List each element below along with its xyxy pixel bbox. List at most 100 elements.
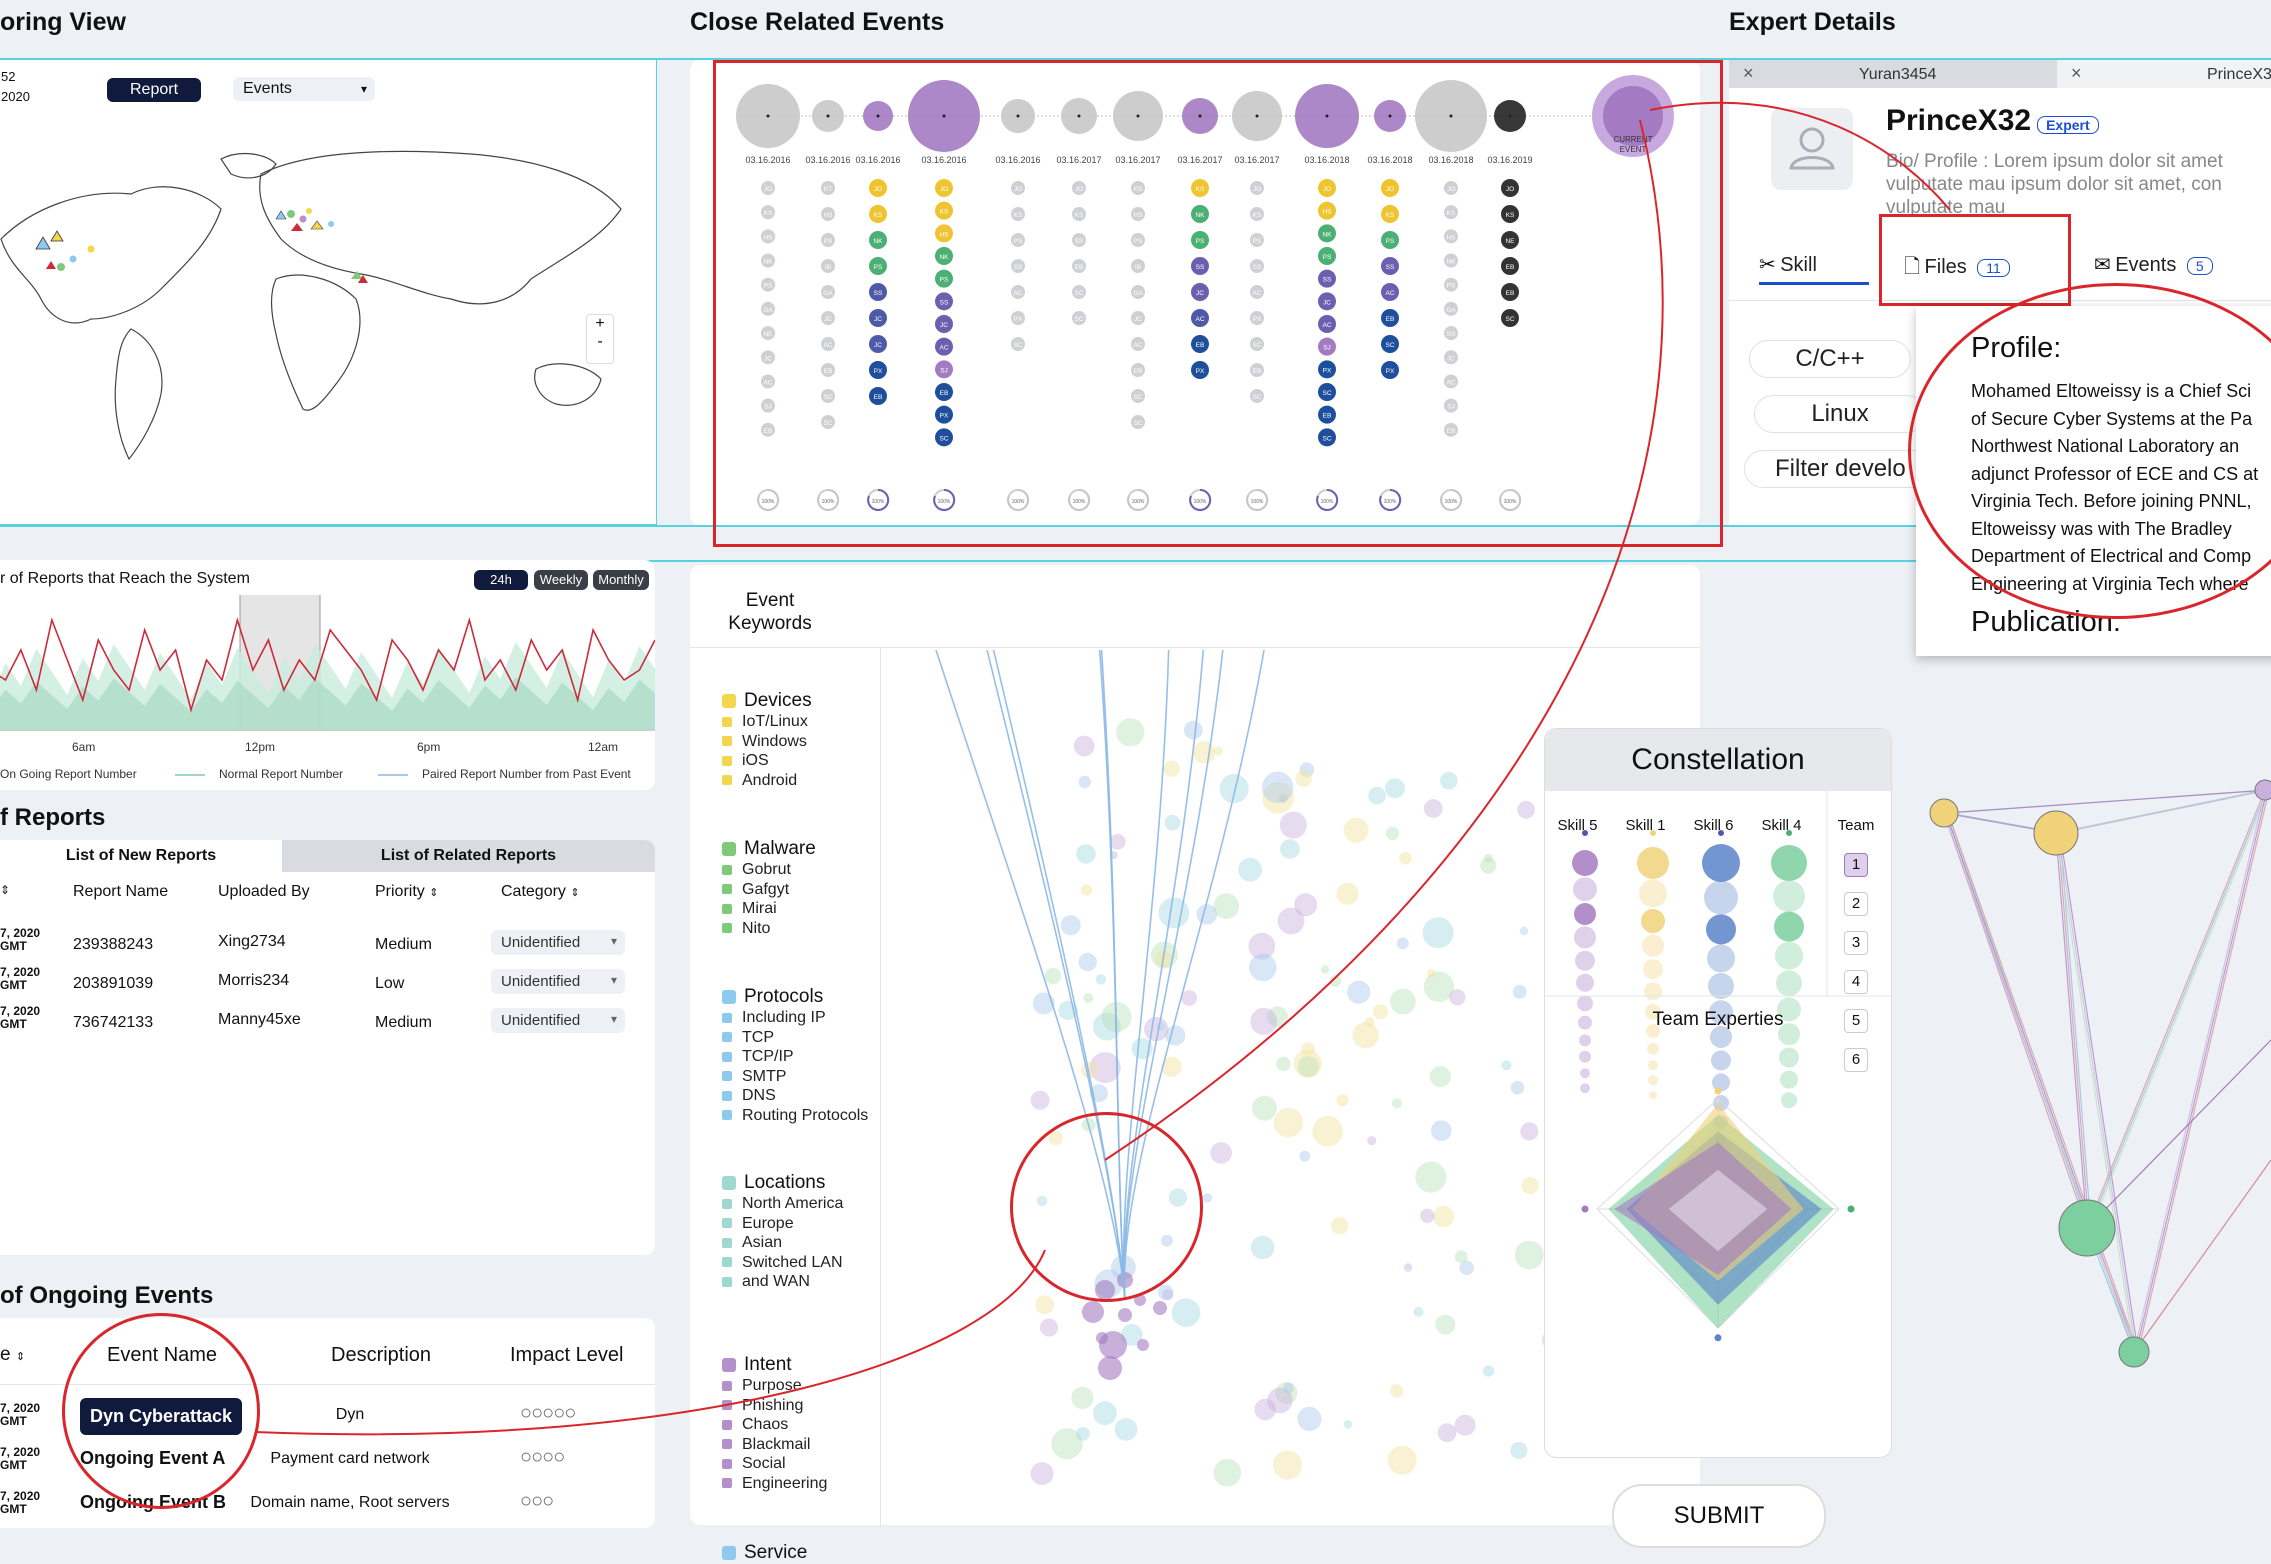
table-row[interactable]: 7, 2020 GMT 239388243 Xing2734 Medium Uni… <box>0 925 650 964</box>
keyword-item[interactable]: Gafgyt <box>722 880 882 900</box>
zoom-out-button[interactable]: - <box>587 333 613 351</box>
skill-dot <box>1708 973 1734 999</box>
keyword-group[interactable]: Locations North America Europe Asian Switche… <box>722 1172 882 1292</box>
category-select[interactable]: Unidentified <box>491 969 625 994</box>
highlight-files-tab <box>1879 214 2071 306</box>
keyword-item[interactable]: Phishing <box>722 1396 882 1416</box>
keyword-item[interactable]: Social <box>722 1454 882 1474</box>
range-weekly-button[interactable]: Weekly <box>534 570 588 590</box>
row-priority: Low <box>375 975 405 992</box>
keyword-group-name[interactable]: Devices <box>722 690 882 712</box>
keyword-item[interactable]: IoT/Linux <box>722 712 882 732</box>
keyword-group-name[interactable]: Service <box>722 1542 882 1564</box>
tab-events[interactable]: ✉ Events 5 <box>2094 252 2213 282</box>
category-select[interactable]: Unidentified <box>491 1008 625 1033</box>
keyword-bubble <box>1165 1025 1186 1046</box>
col-category[interactable]: Category ⇕ <box>501 883 580 901</box>
table-row[interactable]: 7, 2020 GMT Ongoing Event B Domain name, … <box>0 1486 650 1530</box>
keyword-group[interactable]: Devices IoT/Linux Windows iOS Android <box>722 690 882 790</box>
keyword-item[interactable]: and WAN <box>722 1272 882 1292</box>
keyword-item[interactable]: SMTP <box>722 1067 882 1087</box>
keyword-item[interactable]: Including IP <box>722 1008 882 1028</box>
keyword-item[interactable]: Switched LAN <box>722 1253 882 1273</box>
keyword-item[interactable]: Routing Protocols <box>722 1106 882 1126</box>
tab-new-reports[interactable]: List of New Reports <box>0 840 282 872</box>
keyword-group[interactable]: Malware Gobrut Gafgyt Mirai Nito <box>722 838 882 938</box>
close-icon[interactable]: × <box>2071 63 2082 84</box>
keyword-bubble <box>1329 975 1342 987</box>
keywords-title: Event Keywords <box>728 590 812 634</box>
sort-icon[interactable]: ⇕ <box>0 883 10 897</box>
skill-dot <box>1576 973 1594 992</box>
report-tab-button[interactable]: Report <box>107 78 201 102</box>
legend-paired-swatch <box>378 774 408 776</box>
keyword-item[interactable]: TCP <box>722 1028 882 1048</box>
col-priority[interactable]: Priority ⇕ <box>375 883 438 901</box>
keyword-group[interactable]: Protocols Including IP TCP TCP/IP SMTP DNS Rou… <box>722 986 882 1125</box>
zoom-in-button[interactable]: + <box>587 315 613 333</box>
keyword-item[interactable]: Nito <box>722 919 882 939</box>
skill-dot <box>1647 1042 1659 1055</box>
keyword-item[interactable]: Engineering <box>722 1474 882 1494</box>
team-number[interactable]: 3 <box>1844 931 1868 955</box>
expert-tab-princex[interactable]: × PrinceX32 <box>2057 60 2271 88</box>
keyword-item[interactable]: Asian <box>722 1233 882 1253</box>
skill-dot <box>1641 909 1665 933</box>
keyword-item[interactable]: Mirai <box>722 899 882 919</box>
skill-label: Skill 5 <box>1557 817 1598 834</box>
keyword-item[interactable]: Android <box>722 771 882 791</box>
keyword-bubble <box>1213 746 1224 756</box>
world-map[interactable] <box>0 119 656 519</box>
col-uploaded-by[interactable]: Uploaded By <box>218 883 310 901</box>
keyword-group-name[interactable]: Malware <box>722 838 882 860</box>
col-date[interactable]: e ⇕ <box>0 1344 25 1366</box>
range-24h-button[interactable]: 24h <box>474 570 528 590</box>
report-timeseries-chart[interactable] <box>0 595 655 745</box>
table-row[interactable]: 7, 2020 GMT 736742133 Manny45xe Medium Un… <box>0 1003 650 1042</box>
skill-chip[interactable]: C/C++ <box>1749 340 1911 378</box>
close-icon[interactable]: × <box>1743 63 1754 84</box>
network-edge <box>1947 789 2270 814</box>
keyword-bubble <box>1158 1284 1174 1300</box>
keyword-group[interactable]: Service <box>722 1542 882 1564</box>
keyword-bubble <box>1181 990 1197 1006</box>
team-number[interactable]: 4 <box>1844 970 1868 994</box>
keyword-item[interactable]: Gobrut <box>722 860 882 880</box>
keyword-item[interactable]: North America <box>722 1194 882 1214</box>
skill-dot <box>1575 950 1595 971</box>
keyword-bubble <box>1431 1120 1452 1141</box>
keyword-group-name[interactable]: Intent <box>722 1354 882 1376</box>
table-row[interactable]: 7, 2020 GMT 203891039 Morris234 Low Unide… <box>0 964 650 1003</box>
keyword-group-name[interactable]: Locations <box>722 1172 882 1194</box>
keyword-group[interactable]: Intent Purpose Phishing Chaos Blackmail Socia… <box>722 1354 882 1493</box>
map-marker <box>287 210 295 218</box>
team-number[interactable]: 2 <box>1844 892 1868 916</box>
team-number[interactable]: 6 <box>1844 1048 1868 1072</box>
keyword-bubble <box>1512 984 1527 999</box>
keyword-item[interactable]: Chaos <box>722 1415 882 1435</box>
keyword-item[interactable]: TCP/IP <box>722 1047 882 1067</box>
keyword-item[interactable]: Windows <box>722 732 882 752</box>
submit-button[interactable]: SUBMIT <box>1612 1484 1826 1548</box>
skill-chip[interactable]: Linux <box>1754 395 1926 433</box>
expert-tab-yuran[interactable]: × Yuran3454 <box>1729 60 2057 88</box>
square-icon <box>722 775 732 786</box>
events-dropdown[interactable]: Events ▾ <box>233 77 375 101</box>
expert-network-graph[interactable] <box>1910 740 2271 1390</box>
team-number[interactable]: 1 <box>1844 853 1868 877</box>
keyword-item[interactable]: Blackmail <box>722 1435 882 1455</box>
map-marker <box>35 236 51 250</box>
keyword-item[interactable]: Europe <box>722 1214 882 1234</box>
range-monthly-button[interactable]: Monthly <box>593 570 649 590</box>
row-uploaded-by: Morris234 <box>218 972 290 989</box>
keyword-bubble <box>1454 1250 1468 1264</box>
keyword-group-name[interactable]: Protocols <box>722 986 882 1008</box>
col-report-name[interactable]: Report Name <box>73 883 168 901</box>
tab-related-reports[interactable]: List of Related Reports <box>282 840 655 872</box>
category-select[interactable]: Unidentified <box>491 930 625 955</box>
keyword-item[interactable]: Purpose <box>722 1376 882 1396</box>
keyword-item[interactable]: DNS <box>722 1086 882 1106</box>
keyword-item[interactable]: iOS <box>722 751 882 771</box>
skill-dot <box>1706 914 1736 945</box>
tab-skill[interactable]: ✂ Skill <box>1759 252 1869 285</box>
